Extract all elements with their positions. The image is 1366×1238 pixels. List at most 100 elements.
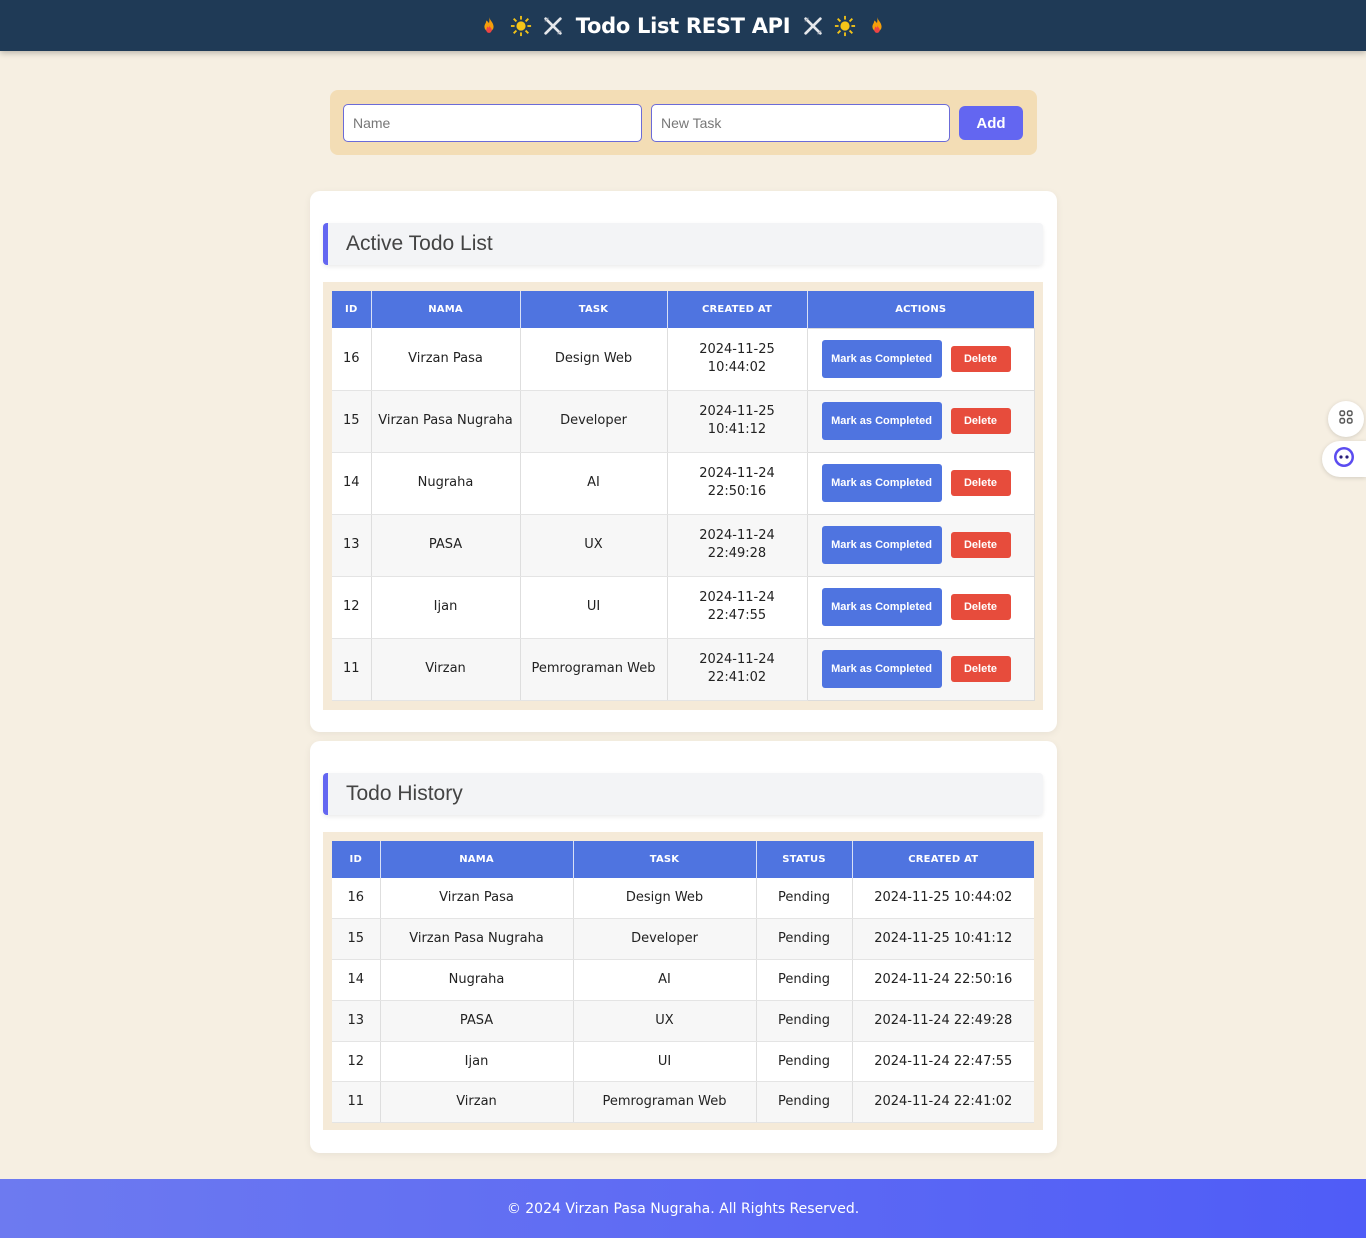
cell-status: Pending	[756, 959, 853, 1001]
table-row: 12 Ijan UI 2024-11-24 22:47:55 Mark as Compl…	[332, 575, 1035, 639]
column-header-id: ID	[332, 841, 381, 878]
active-todo-title: Active Todo List	[323, 223, 1043, 265]
cell-created-at: 2024-11-24 22:49:28	[667, 514, 808, 577]
table-header-row: ID NAMA TASK CREATED AT ACTIONS	[332, 291, 1034, 328]
cell-nama: PASA	[380, 1000, 574, 1042]
cell-task: UX	[573, 1000, 757, 1042]
cell-task: UI	[520, 576, 668, 639]
cell-id: 12	[332, 576, 372, 639]
add-todo-form: Name New Task Add	[330, 90, 1037, 155]
table-row: 16 Virzan Pasa Design Web Pending 2024-11-25…	[332, 878, 1034, 920]
cell-task: AI	[573, 959, 757, 1001]
cell-nama: Ijan	[380, 1041, 574, 1083]
table-row: 16 Virzan Pasa Design Web 2024-11-25 10:44:…	[332, 327, 1035, 391]
cell-nama: Nugraha	[380, 959, 574, 1001]
cell-id: 16	[332, 328, 372, 391]
cell-actions: Mark as Completed Delete	[806, 637, 1035, 701]
column-header-status: STATUS	[756, 841, 853, 878]
delete-button[interactable]: Delete	[950, 346, 1011, 372]
cell-task: Design Web	[573, 878, 757, 920]
cell-id: 12	[332, 1041, 381, 1083]
fire-icon	[478, 15, 500, 37]
add-button[interactable]: Add	[959, 106, 1023, 140]
table-row: 13 PASA UX Pending 2024-11-24 22:49:28	[332, 1000, 1034, 1042]
mark-completed-button[interactable]: Mark as Completed	[821, 340, 942, 378]
mark-completed-button[interactable]: Mark as Completed	[821, 526, 942, 564]
cell-nama: Ijan	[371, 576, 521, 639]
table-header-row: ID NAMA TASK STATUS CREATED AT	[332, 841, 1034, 878]
column-header-task: TASK	[520, 291, 668, 328]
active-table-wrap: ID NAMA TASK CREATED AT ACTIONS 16 Virzan…	[323, 282, 1043, 710]
column-header-created-at: CREATED AT	[667, 291, 808, 328]
cell-created-at: 2024-11-24 22:50:16	[852, 959, 1034, 1001]
todo-history-title: Todo History	[323, 773, 1043, 815]
page-title: Todo List REST API	[575, 13, 791, 38]
delete-button[interactable]: Delete	[950, 470, 1011, 496]
cell-created-at: 2024-11-24 22:47:55	[667, 576, 808, 639]
cell-id: 13	[332, 514, 372, 577]
delete-button[interactable]: Delete	[950, 594, 1011, 620]
cell-nama: Virzan Pasa Nugraha	[380, 918, 574, 961]
cell-nama: PASA	[371, 514, 521, 577]
cell-status: Pending	[756, 1000, 853, 1042]
cell-nama: Virzan Pasa	[371, 328, 521, 391]
mark-completed-button[interactable]: Mark as Completed	[821, 464, 942, 502]
delete-button[interactable]: Delete	[950, 656, 1011, 682]
column-header-created-at: CREATED AT	[852, 841, 1034, 878]
cell-actions: Mark as Completed Delete	[806, 451, 1035, 515]
table-row: 13 PASA UX 2024-11-24 22:49:28 Mark as Compl…	[332, 513, 1035, 577]
cell-nama: Nugraha	[371, 452, 521, 515]
cell-created-at: 2024-11-25 10:44:02	[852, 878, 1034, 920]
cell-id: 15	[332, 390, 372, 453]
column-header-task: TASK	[573, 841, 757, 878]
assistant-icon	[1332, 445, 1356, 473]
cell-task: UX	[520, 514, 668, 577]
history-table-wrap: ID NAMA TASK STATUS CREATED AT 16 Virzan …	[323, 832, 1043, 1130]
fire-icon	[866, 15, 888, 37]
mark-completed-button[interactable]: Mark as Completed	[821, 588, 942, 626]
table-row: 11 Virzan Pemrograman Web 2024-11-24 22:41:…	[332, 637, 1035, 701]
cell-id: 14	[332, 452, 372, 515]
assistant-widget-button[interactable]	[1322, 441, 1366, 477]
cell-task: UI	[573, 1041, 757, 1083]
table-row: 15 Virzan Pasa Nugraha Developer 2024-11-25…	[332, 389, 1035, 453]
apps-icon	[1338, 409, 1354, 429]
cell-id: 14	[332, 959, 381, 1001]
cell-task: Pemrograman Web	[520, 638, 668, 701]
delete-button[interactable]: Delete	[950, 532, 1011, 558]
top-header: Todo List REST API	[0, 0, 1366, 51]
cell-status: Pending	[756, 1081, 853, 1124]
table-row: 12 Ijan UI Pending 2024-11-24 22:47:55	[332, 1041, 1034, 1083]
cell-status: Pending	[756, 918, 853, 961]
cell-task: Developer	[573, 918, 757, 961]
sun-icon	[834, 15, 856, 37]
new-task-input[interactable]: New Task	[651, 104, 950, 142]
name-placeholder: Name	[353, 115, 391, 131]
apps-widget-button[interactable]	[1328, 401, 1364, 437]
delete-button[interactable]: Delete	[950, 408, 1011, 434]
cell-created-at: 2024-11-25 10:44:02	[667, 328, 808, 391]
cell-actions: Mark as Completed Delete	[806, 513, 1035, 577]
cell-id: 13	[332, 1000, 381, 1042]
cell-created-at: 2024-11-24 22:47:55	[852, 1041, 1034, 1083]
cell-created-at: 2024-11-24 22:41:02	[852, 1081, 1034, 1124]
tools-icon	[542, 15, 564, 37]
column-header-nama: NAMA	[371, 291, 521, 328]
cell-created-at: 2024-11-24 22:50:16	[667, 452, 808, 515]
cell-status: Pending	[756, 878, 853, 920]
cell-task: Pemrograman Web	[573, 1081, 757, 1124]
cell-nama: Virzan	[380, 1081, 574, 1124]
mark-completed-button[interactable]: Mark as Completed	[821, 402, 942, 440]
column-header-id: ID	[332, 291, 372, 328]
name-input[interactable]: Name	[343, 104, 642, 142]
cell-actions: Mark as Completed Delete	[806, 389, 1035, 453]
cell-id: 11	[332, 1081, 381, 1124]
active-todo-card: Active Todo List ID NAMA TASK CREATED AT…	[310, 191, 1057, 732]
cell-nama: Virzan	[371, 638, 521, 701]
todo-history-table: ID NAMA TASK STATUS CREATED AT 16 Virzan …	[332, 841, 1034, 1124]
cell-actions: Mark as Completed Delete	[806, 575, 1035, 639]
column-header-nama: NAMA	[380, 841, 574, 878]
cell-created-at: 2024-11-24 22:49:28	[852, 1000, 1034, 1042]
column-header-actions: ACTIONS	[807, 291, 1034, 328]
mark-completed-button[interactable]: Mark as Completed	[821, 650, 942, 688]
